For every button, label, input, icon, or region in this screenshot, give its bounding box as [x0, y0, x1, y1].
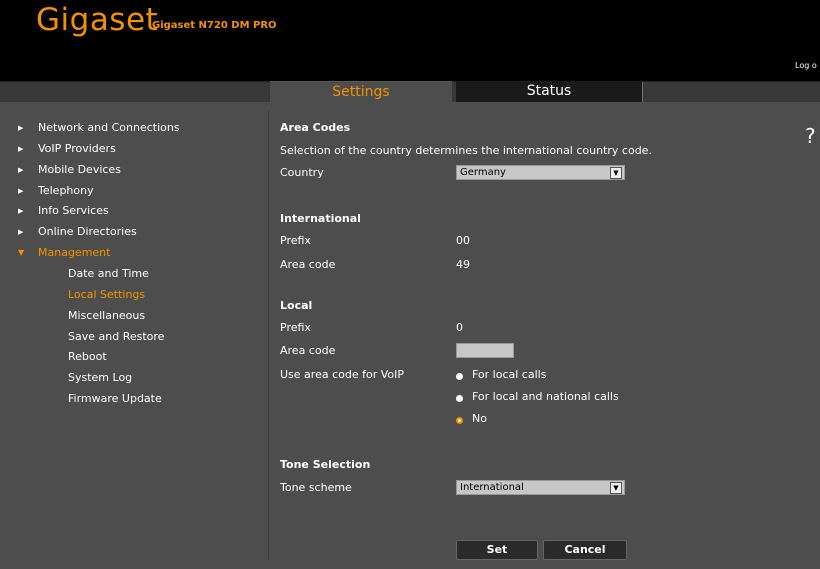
help-icon[interactable]: ?	[805, 124, 816, 148]
tone-selection-heading: Tone Selection	[280, 458, 371, 471]
radio-no-label: No	[472, 412, 487, 425]
tone-scheme-select-value: International	[460, 482, 524, 493]
use-area-code-label: Use area code for VoIP	[280, 368, 404, 381]
country-label: Country	[280, 166, 324, 179]
international-heading: International	[280, 212, 361, 225]
sidebar-divider	[268, 110, 269, 560]
arrow-right-icon: ▶	[18, 166, 24, 174]
sidebar-item-management[interactable]: Management	[38, 246, 110, 259]
top-bar: Gigaset Gigaset N720 DM PRO Log o	[0, 0, 820, 81]
intl-area-code-value: 49	[456, 258, 470, 271]
sidebar-item-network[interactable]: Network and Connections	[38, 121, 180, 134]
sidebar-subitem-system-log[interactable]: System Log	[68, 371, 132, 384]
dropdown-arrow-icon: ▼	[610, 482, 622, 494]
sidebar-subitem-miscellaneous[interactable]: Miscellaneous	[68, 309, 145, 322]
sidebar-item-info-services[interactable]: Info Services	[38, 204, 109, 217]
brand-logo: Gigaset	[36, 2, 159, 38]
arrow-right-icon: ▶	[18, 124, 24, 132]
arrow-right-icon: ▶	[18, 228, 24, 236]
tone-scheme-select[interactable]: International ▼	[456, 480, 625, 495]
country-select-value: Germany	[460, 167, 506, 178]
dropdown-arrow-icon: ▼	[610, 167, 622, 179]
arrow-right-icon: ▶	[18, 145, 24, 153]
intl-prefix-label: Prefix	[280, 234, 311, 247]
local-heading: Local	[280, 299, 313, 312]
sidebar-subitem-local-settings[interactable]: Local Settings	[68, 288, 145, 301]
tone-scheme-label: Tone scheme	[280, 481, 352, 494]
radio-no[interactable]	[456, 417, 463, 424]
sidebar-subitem-firmware-update[interactable]: Firmware Update	[68, 392, 162, 405]
sidebar-item-online-directories[interactable]: Online Directories	[38, 225, 137, 238]
intl-area-code-label: Area code	[280, 258, 336, 271]
sidebar-item-voip-providers[interactable]: VoIP Providers	[38, 142, 116, 155]
sidebar-subitem-date-time[interactable]: Date and Time	[68, 267, 149, 280]
local-area-code-input[interactable]	[456, 343, 514, 358]
local-prefix-value: 0	[456, 321, 463, 334]
sidebar-item-mobile-devices[interactable]: Mobile Devices	[38, 163, 121, 176]
tab-divider	[642, 82, 643, 102]
radio-local-national-calls-label: For local and national calls	[472, 390, 619, 403]
arrow-right-icon: ▶	[18, 207, 24, 215]
country-select[interactable]: Germany ▼	[456, 165, 625, 180]
area-codes-heading: Area Codes	[280, 121, 351, 134]
model-name: Gigaset N720 DM PRO	[152, 20, 277, 31]
set-button[interactable]: Set	[456, 540, 538, 560]
local-prefix-label: Prefix	[280, 321, 311, 334]
logout-link[interactable]: Log o	[795, 61, 817, 70]
sidebar-item-telephony[interactable]: Telephony	[38, 184, 94, 197]
radio-local-calls[interactable]	[456, 373, 463, 380]
radio-local-calls-label: For local calls	[472, 368, 547, 381]
sidebar-subitem-reboot[interactable]: Reboot	[68, 350, 107, 363]
cancel-button[interactable]: Cancel	[543, 540, 627, 560]
sidebar-subitem-save-restore[interactable]: Save and Restore	[68, 330, 164, 343]
radio-local-national-calls[interactable]	[456, 395, 463, 402]
arrow-down-icon: ▼	[18, 248, 25, 257]
area-codes-description: Selection of the country determines the …	[280, 144, 652, 157]
intl-prefix-value: 00	[456, 234, 470, 247]
arrow-right-icon: ▶	[18, 187, 24, 195]
local-area-code-label: Area code	[280, 344, 336, 357]
tab-status[interactable]: Status	[456, 81, 642, 102]
tab-settings[interactable]: Settings	[270, 81, 452, 103]
